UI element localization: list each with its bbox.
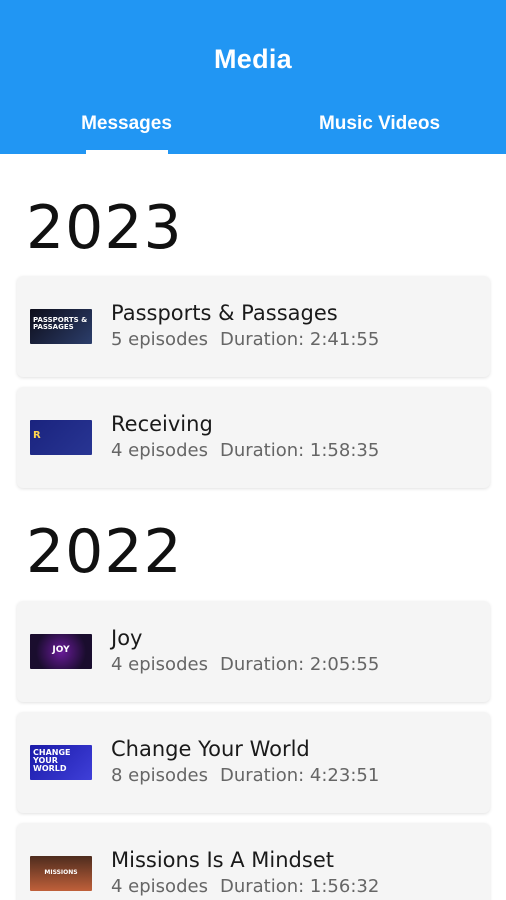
series-thumbnail: MISSIONS	[30, 856, 92, 891]
episode-count: 5 episodes	[111, 329, 208, 350]
episode-count: 4 episodes	[111, 440, 208, 461]
series-title: Receiving	[111, 412, 213, 436]
tab-music-videos[interactable]: Music Videos	[253, 113, 506, 154]
series-meta: 4 episodes Duration: 1:56:32	[111, 876, 379, 897]
series-title: Change Your World	[111, 737, 310, 761]
tab-messages[interactable]: Messages	[0, 113, 253, 154]
series-thumbnail: R	[30, 420, 92, 455]
series-meta: 5 episodes Duration: 2:41:55	[111, 329, 379, 350]
series-meta: 4 episodes Duration: 1:58:35	[111, 440, 379, 461]
series-thumbnail: PASSPORTS & PASSAGES	[30, 309, 92, 344]
episode-count: 8 episodes	[111, 765, 208, 786]
episode-count: 4 episodes	[111, 654, 208, 675]
series-card-change-your-world[interactable]: CHANGE YOUR WORLD Change Your World 8 ep…	[17, 712, 490, 813]
series-card-missions-is-a-mindset[interactable]: MISSIONS Missions Is A Mindset 4 episode…	[17, 823, 490, 900]
page-title: Media	[213, 44, 293, 74]
series-thumbnail: CHANGE YOUR WORLD	[30, 745, 92, 780]
series-title: Joy	[111, 626, 143, 650]
year-heading-2022: 2022	[26, 517, 183, 587]
thumbnail-text: CHANGE YOUR WORLD	[33, 748, 71, 773]
series-card-receiving[interactable]: R Receiving 4 episodes Duration: 1:58:35	[17, 387, 490, 488]
series-thumbnail: JOY	[30, 634, 92, 669]
series-duration: Duration: 4:23:51	[219, 765, 380, 786]
series-card-passports-passages[interactable]: PASSPORTS & PASSAGES Passports & Passage…	[17, 276, 490, 377]
year-heading-2023: 2023	[26, 193, 183, 263]
series-duration: Duration: 2:05:55	[219, 654, 380, 675]
series-card-joy[interactable]: JOY Joy 4 episodes Duration: 2:05:55	[17, 601, 490, 702]
app-bar: Media Messages Music Videos	[0, 0, 506, 154]
series-title: Missions Is A Mindset	[111, 848, 334, 872]
thumbnail-text: JOY	[52, 645, 70, 655]
thumbnail-text: PASSPORTS & PASSAGES	[33, 316, 88, 331]
thumbnail-text: MISSIONS	[44, 869, 78, 876]
series-meta: 8 episodes Duration: 4:23:51	[111, 765, 379, 786]
series-duration: Duration: 2:41:55	[219, 329, 380, 350]
series-duration: Duration: 1:56:32	[219, 876, 380, 897]
series-meta: 4 episodes Duration: 2:05:55	[111, 654, 379, 675]
series-title: Passports & Passages	[111, 301, 338, 325]
episode-count: 4 episodes	[111, 876, 208, 897]
thumbnail-text: R	[33, 430, 41, 441]
selected-tab-indicator	[86, 150, 168, 154]
series-duration: Duration: 1:58:35	[219, 440, 380, 461]
